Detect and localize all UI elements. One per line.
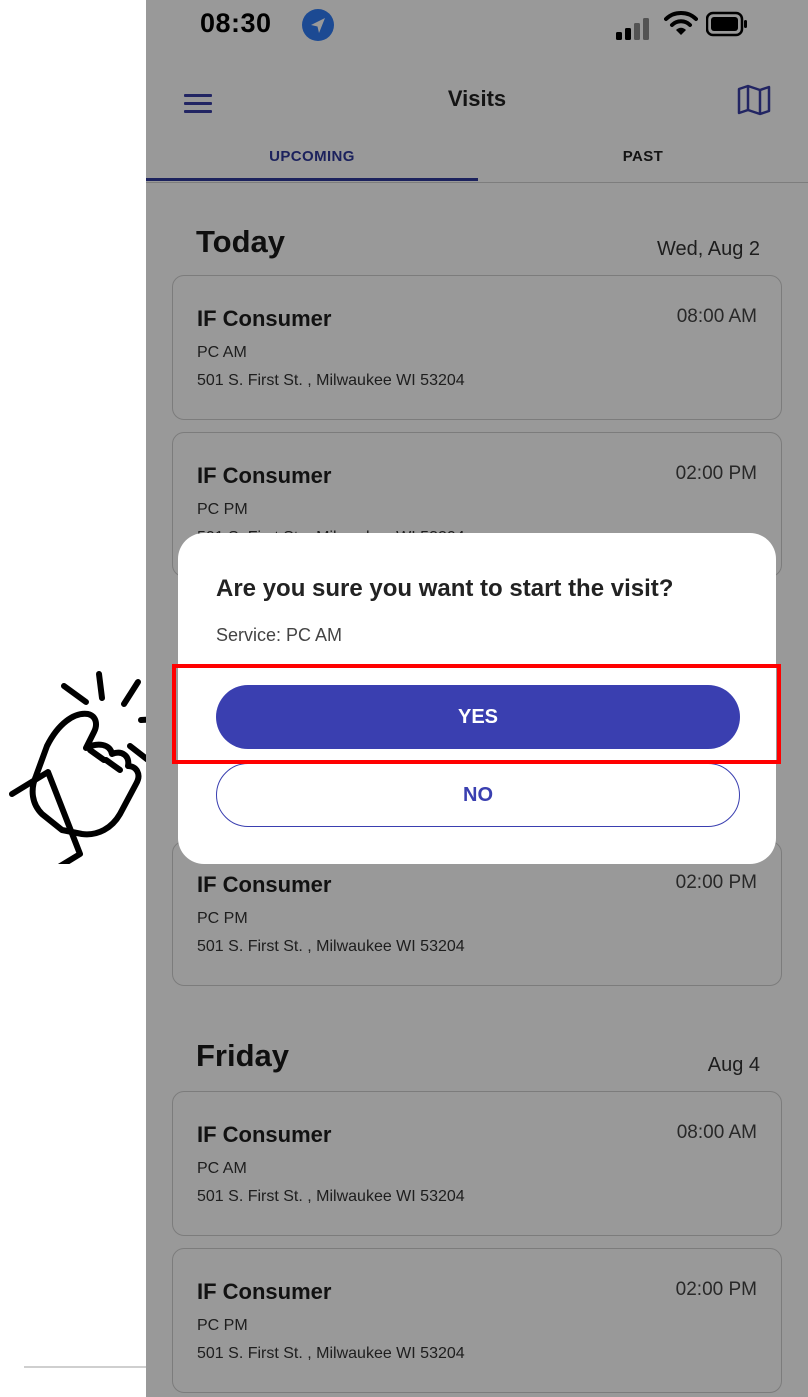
divider-line [24,1366,146,1368]
highlight-box [172,664,781,764]
no-button[interactable]: NO [216,763,740,827]
dialog-service: Service: PC AM [216,625,343,645]
pointing-hand-icon [9,671,163,864]
dialog-question: Are you sure you want to start the visit… [216,575,674,602]
phone-screen: 08:30 Visits UPCOMING PAST Today Wed, Au… [146,0,808,1397]
